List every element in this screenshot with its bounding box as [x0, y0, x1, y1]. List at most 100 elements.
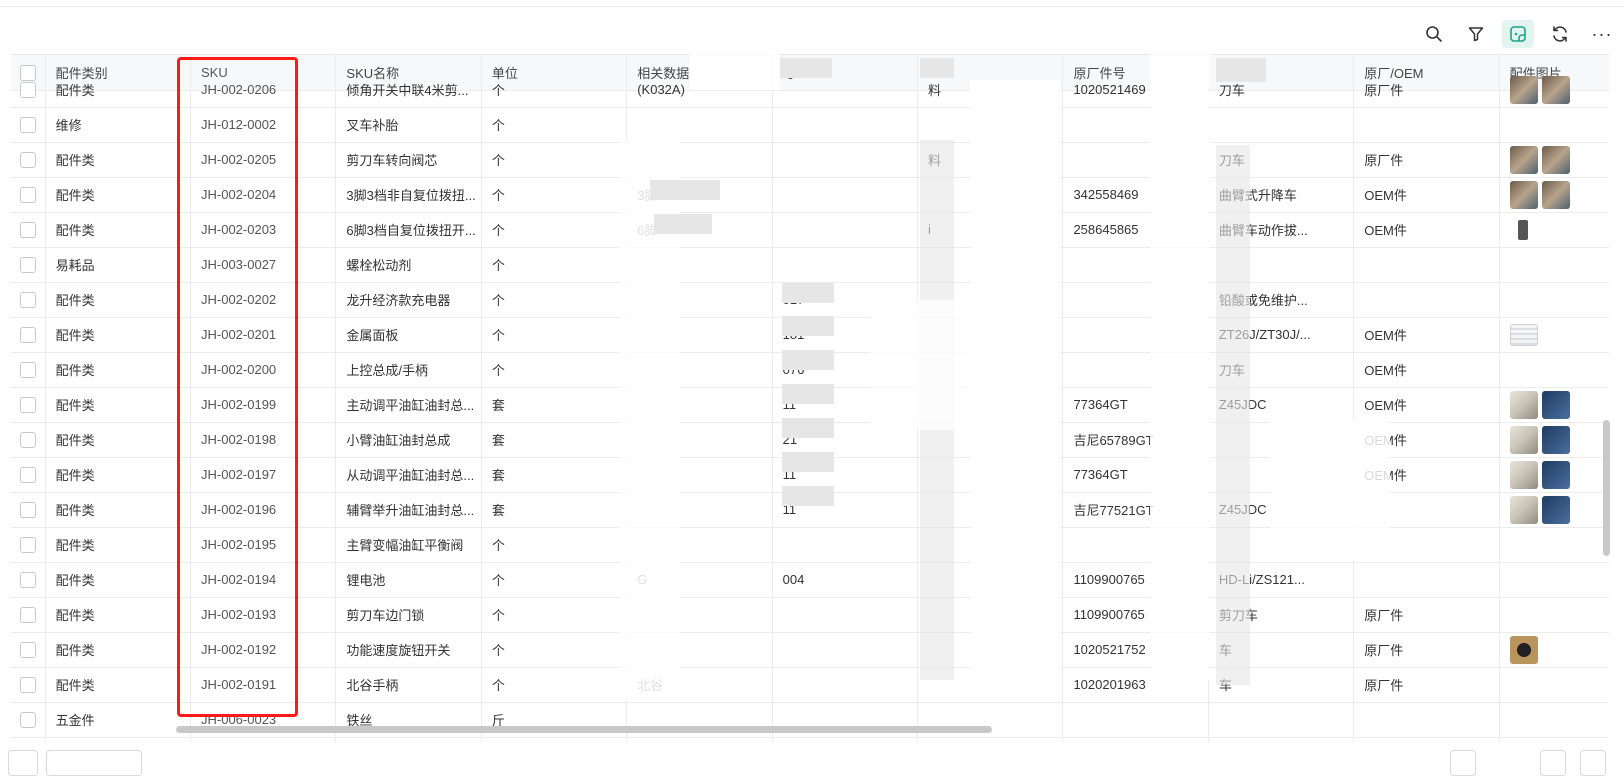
row-checkbox[interactable]	[19, 501, 36, 518]
oem-no-cell[interactable]: 吉尼77521GT	[1062, 492, 1209, 528]
col7-cell[interactable]	[917, 457, 1064, 493]
category-cell[interactable]: 配件类	[45, 282, 192, 318]
row-checkbox-cell[interactable]	[11, 562, 46, 598]
unit-cell[interactable]: 个	[481, 107, 628, 143]
table-row[interactable]: 配件类 JH-002-0203 6脚3档自复位拨扭开... 个 6脚 i 258645865…	[11, 212, 1609, 248]
unit-cell[interactable]: 个	[481, 352, 628, 388]
oem-no-cell[interactable]	[1062, 352, 1209, 388]
refresh-button[interactable]	[1544, 20, 1576, 48]
related-cell[interactable]	[626, 527, 773, 563]
row-checkbox[interactable]	[19, 81, 36, 98]
last-page-button[interactable]	[1580, 750, 1606, 776]
sku-cell[interactable]: JH-002-0191	[190, 667, 337, 703]
image-cell[interactable]	[1499, 667, 1609, 703]
oem-cell[interactable]	[1353, 107, 1500, 143]
col6-cell[interactable]: 21	[772, 422, 919, 458]
unit-cell[interactable]: 套	[481, 422, 628, 458]
col9-cell[interactable]: 刀车	[1208, 352, 1355, 388]
image-cell[interactable]	[1499, 142, 1609, 178]
category-cell[interactable]: 配件类	[45, 72, 192, 108]
image-cell[interactable]	[1499, 422, 1609, 458]
row-checkbox-cell[interactable]	[11, 317, 46, 353]
sku-name-cell[interactable]: 龙升经济款充电器	[335, 282, 482, 318]
image-cell[interactable]	[1499, 562, 1609, 598]
row-checkbox[interactable]	[19, 431, 36, 448]
oem-cell[interactable]	[1353, 527, 1500, 563]
sku-name-cell[interactable]: 从动调平油缸油封总...	[335, 457, 482, 493]
row-checkbox-cell[interactable]	[11, 72, 46, 108]
part-thumbnail[interactable]	[1541, 495, 1570, 524]
category-cell[interactable]: 配件类	[45, 387, 192, 423]
row-checkbox[interactable]	[19, 536, 36, 553]
oem-cell[interactable]: 原厂件	[1353, 597, 1500, 633]
part-thumbnail[interactable]	[1541, 390, 1570, 419]
row-checkbox-cell[interactable]	[11, 702, 46, 738]
col6-cell[interactable]	[772, 72, 919, 108]
page-jump-input[interactable]	[46, 750, 142, 776]
related-cell[interactable]	[626, 142, 773, 178]
oem-cell[interactable]	[1353, 282, 1500, 318]
related-cell[interactable]: 3脚3	[626, 177, 773, 213]
table-row[interactable]: 维修 JH-012-0002 叉车补胎个	[11, 107, 1609, 143]
related-cell[interactable]	[626, 492, 773, 528]
col6-cell[interactable]: 017	[772, 282, 919, 318]
row-checkbox-cell[interactable]	[11, 492, 46, 528]
part-thumbnail[interactable]	[1541, 145, 1570, 174]
row-checkbox-cell[interactable]	[11, 387, 46, 423]
col9-cell[interactable]: ZT26J/ZT30J/...	[1208, 317, 1355, 353]
col6-cell[interactable]: 11	[772, 492, 919, 528]
image-cell[interactable]	[1499, 247, 1609, 283]
col7-cell[interactable]	[917, 247, 1064, 283]
unit-cell[interactable]: 个	[481, 667, 628, 703]
table-row[interactable]: 配件类 JH-002-0199 主动调平油缸油封总... 套 11 77364GT Z45J…	[11, 387, 1609, 423]
col7-cell[interactable]	[917, 667, 1064, 703]
col6-cell[interactable]	[772, 142, 919, 178]
category-cell[interactable]: 维修	[45, 107, 192, 143]
table-row[interactable]: 配件类 JH-002-0201 金属面板个 181 ZT26J/ZT30J/... OEM…	[11, 317, 1609, 353]
oem-no-cell[interactable]: 1020201963	[1062, 667, 1209, 703]
oem-cell[interactable]: 原厂件	[1353, 72, 1500, 108]
col9-cell[interactable]: 曲臂式升降车	[1208, 177, 1355, 213]
col9-cell[interactable]: 刀车	[1208, 142, 1355, 178]
horizontal-scrollbar[interactable]	[176, 726, 992, 733]
category-cell[interactable]: 配件类	[45, 562, 192, 598]
col7-cell[interactable]	[917, 107, 1064, 143]
unit-cell[interactable]: 个	[481, 142, 628, 178]
related-cell[interactable]	[626, 597, 773, 633]
oem-no-cell[interactable]: 吉尼65789GT	[1062, 422, 1209, 458]
row-checkbox[interactable]	[19, 606, 36, 623]
related-cell[interactable]: (K032A)	[626, 72, 773, 108]
oem-cell[interactable]: OEM件	[1353, 422, 1500, 458]
row-checkbox-cell[interactable]	[11, 632, 46, 668]
sku-name-cell[interactable]: 叉车补胎	[335, 107, 482, 143]
col6-cell[interactable]	[772, 667, 919, 703]
unit-cell[interactable]: 个	[481, 632, 628, 668]
image-cell[interactable]	[1499, 492, 1609, 528]
sku-cell[interactable]: JH-002-0192	[190, 632, 337, 668]
oem-cell[interactable]	[1353, 247, 1500, 283]
col7-cell[interactable]	[917, 282, 1064, 318]
col9-cell[interactable]: 车	[1208, 632, 1355, 668]
image-cell[interactable]	[1499, 282, 1609, 318]
related-cell[interactable]	[626, 422, 773, 458]
row-checkbox[interactable]	[19, 466, 36, 483]
part-thumbnail[interactable]	[1541, 75, 1570, 104]
sku-cell[interactable]: JH-002-0203	[190, 212, 337, 248]
col7-cell[interactable]: 料	[917, 72, 1064, 108]
unit-cell[interactable]: 个	[481, 177, 628, 213]
sku-name-cell[interactable]: 3脚3档非自复位拨扭...	[335, 177, 482, 213]
row-checkbox-cell[interactable]	[11, 282, 46, 318]
row-checkbox[interactable]	[19, 256, 36, 273]
row-checkbox[interactable]	[19, 326, 36, 343]
col7-cell[interactable]	[917, 352, 1064, 388]
oem-no-cell[interactable]: 1020521469	[1062, 72, 1209, 108]
row-checkbox[interactable]	[19, 676, 36, 693]
part-thumbnail[interactable]	[1509, 495, 1538, 524]
row-checkbox[interactable]	[19, 361, 36, 378]
sku-name-cell[interactable]: 主臂变幅油缸平衡阀	[335, 527, 482, 563]
sku-cell[interactable]: JH-002-0201	[190, 317, 337, 353]
sku-cell[interactable]: JH-002-0194	[190, 562, 337, 598]
oem-cell[interactable]: OEM件	[1353, 387, 1500, 423]
oem-no-cell[interactable]	[1062, 317, 1209, 353]
col9-cell[interactable]: HD-Li/ZS121...	[1208, 562, 1355, 598]
